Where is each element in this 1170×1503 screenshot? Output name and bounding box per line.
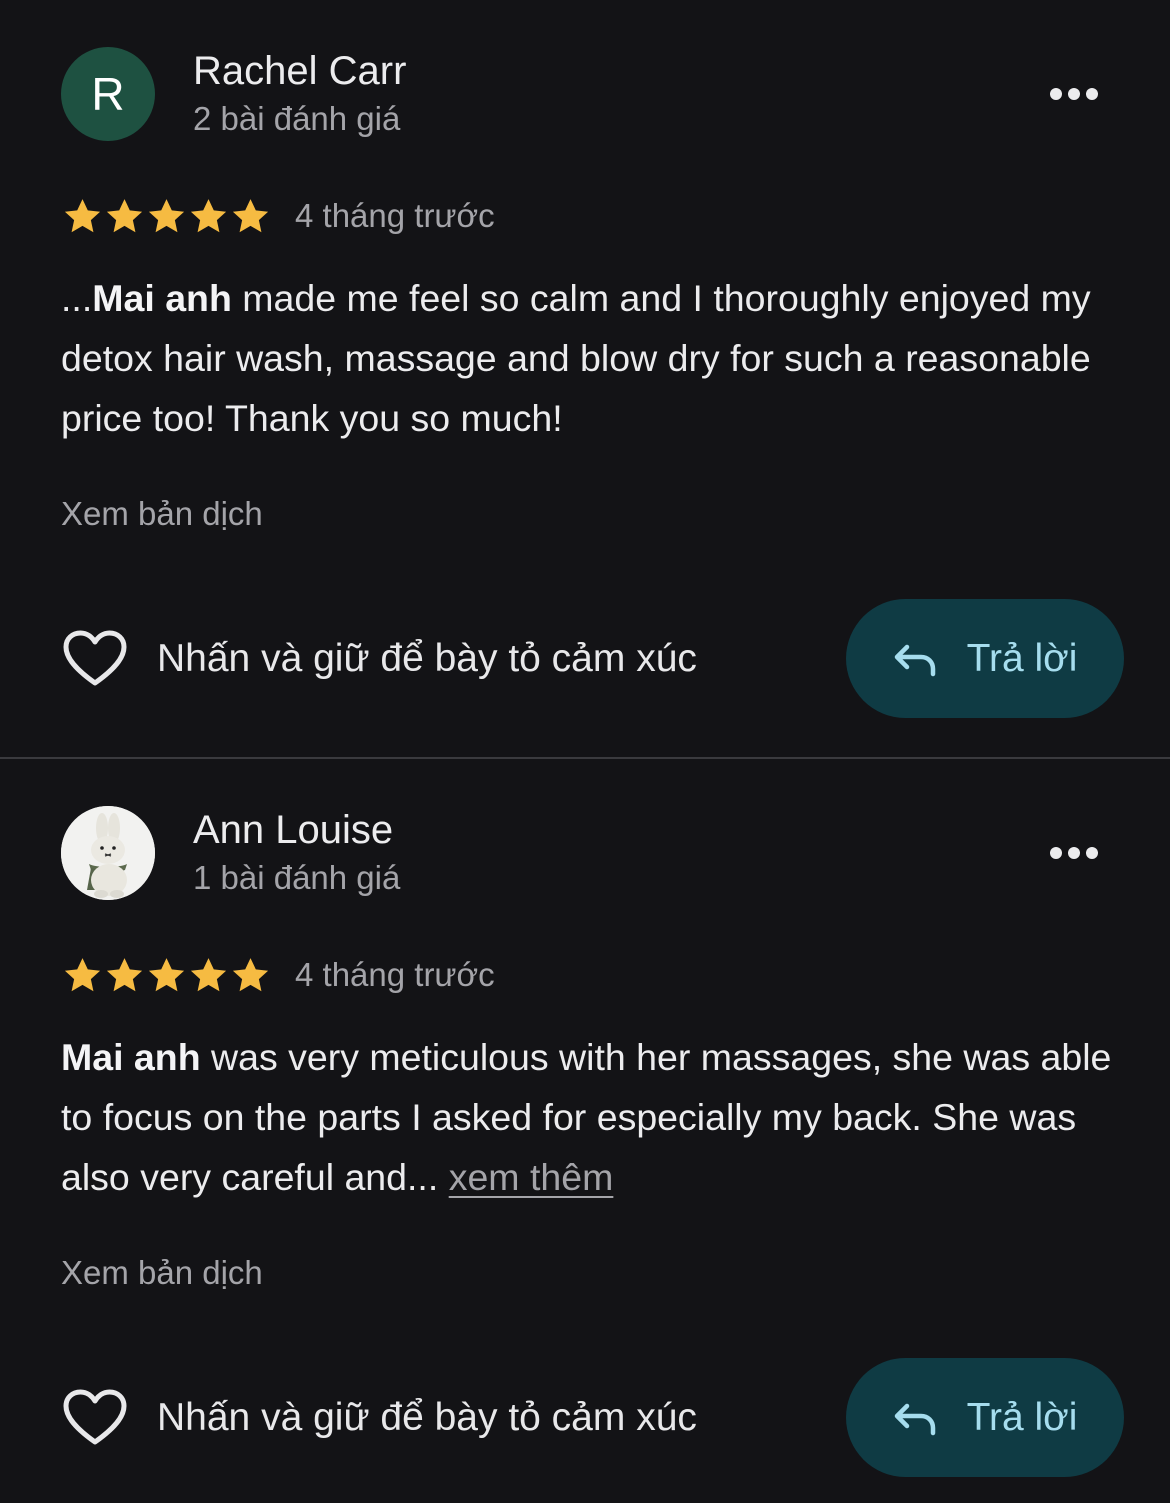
author-review-count: 1 bài đánh giá	[193, 859, 401, 896]
review-text-highlight: Mai anh	[92, 277, 232, 319]
more-dot	[1068, 88, 1080, 100]
reply-button[interactable]: Trả lời	[846, 1358, 1124, 1477]
reply-label: Trả lời	[966, 636, 1078, 680]
reply-arrow-icon	[894, 644, 935, 676]
heart-outline-icon	[63, 1389, 127, 1445]
react-label: Nhấn và giữ để bày tỏ cảm xúc	[157, 1396, 697, 1439]
star-icon	[148, 958, 185, 992]
review-text: ...Mai anh made me feel so calm and I th…	[61, 268, 1121, 448]
review-date: 4 tháng trước	[295, 956, 495, 993]
react-label: Nhấn và giữ để bày tỏ cảm xúc	[157, 637, 697, 680]
more-dot	[1068, 847, 1080, 859]
star-icon	[64, 958, 101, 992]
translate-link[interactable]: Xem bản dịch	[61, 1251, 263, 1295]
star-icon	[232, 958, 269, 992]
star-icon	[148, 199, 185, 233]
avatar[interactable]: R	[61, 47, 155, 141]
star-rating	[62, 196, 271, 237]
reply-label: Trả lời	[966, 1395, 1078, 1439]
more-dot	[1086, 88, 1098, 100]
heart-outline-icon	[63, 630, 127, 686]
star-icon	[64, 199, 101, 233]
reply-button[interactable]: Trả lời	[846, 599, 1124, 718]
star-icon	[190, 199, 227, 233]
author-name[interactable]: Rachel Carr	[193, 46, 406, 96]
star-icon	[106, 958, 143, 992]
more-dot	[1086, 847, 1098, 859]
star-icon	[106, 199, 143, 233]
more-options-button[interactable]	[1040, 74, 1108, 114]
more-options-button[interactable]	[1040, 833, 1108, 873]
star-icon	[232, 199, 269, 233]
author-review-count: 2 bài đánh giá	[193, 100, 401, 137]
more-horizontal-icon	[1050, 88, 1062, 100]
more-horizontal-icon	[1050, 847, 1062, 859]
avatar[interactable]	[61, 806, 155, 900]
review-text: Mai anh was very meticulous with her mas…	[61, 1027, 1121, 1207]
review-card: Ann Louise 1 bài đánh giá 4 tháng trước …	[0, 759, 1170, 1503]
star-rating	[62, 955, 271, 996]
react-button[interactable]: Nhấn và giữ để bày tỏ cảm xúc	[63, 628, 697, 690]
reply-arrow-icon	[894, 1403, 935, 1435]
author-name[interactable]: Ann Louise	[193, 805, 393, 855]
bunny-plush-photo-icon	[61, 806, 155, 900]
star-icon	[190, 958, 227, 992]
translate-link[interactable]: Xem bản dịch	[61, 492, 263, 536]
review-text-prefix: ...	[61, 277, 93, 319]
review-text-highlight: Mai anh	[61, 1036, 201, 1078]
review-date: 4 tháng trước	[295, 197, 495, 234]
react-button[interactable]: Nhấn và giữ để bày tỏ cảm xúc	[63, 1387, 697, 1449]
see-more-link[interactable]: xem thêm	[449, 1156, 614, 1198]
review-card: R Rachel Carr 2 bài đánh giá 4 tháng trư…	[0, 0, 1170, 758]
